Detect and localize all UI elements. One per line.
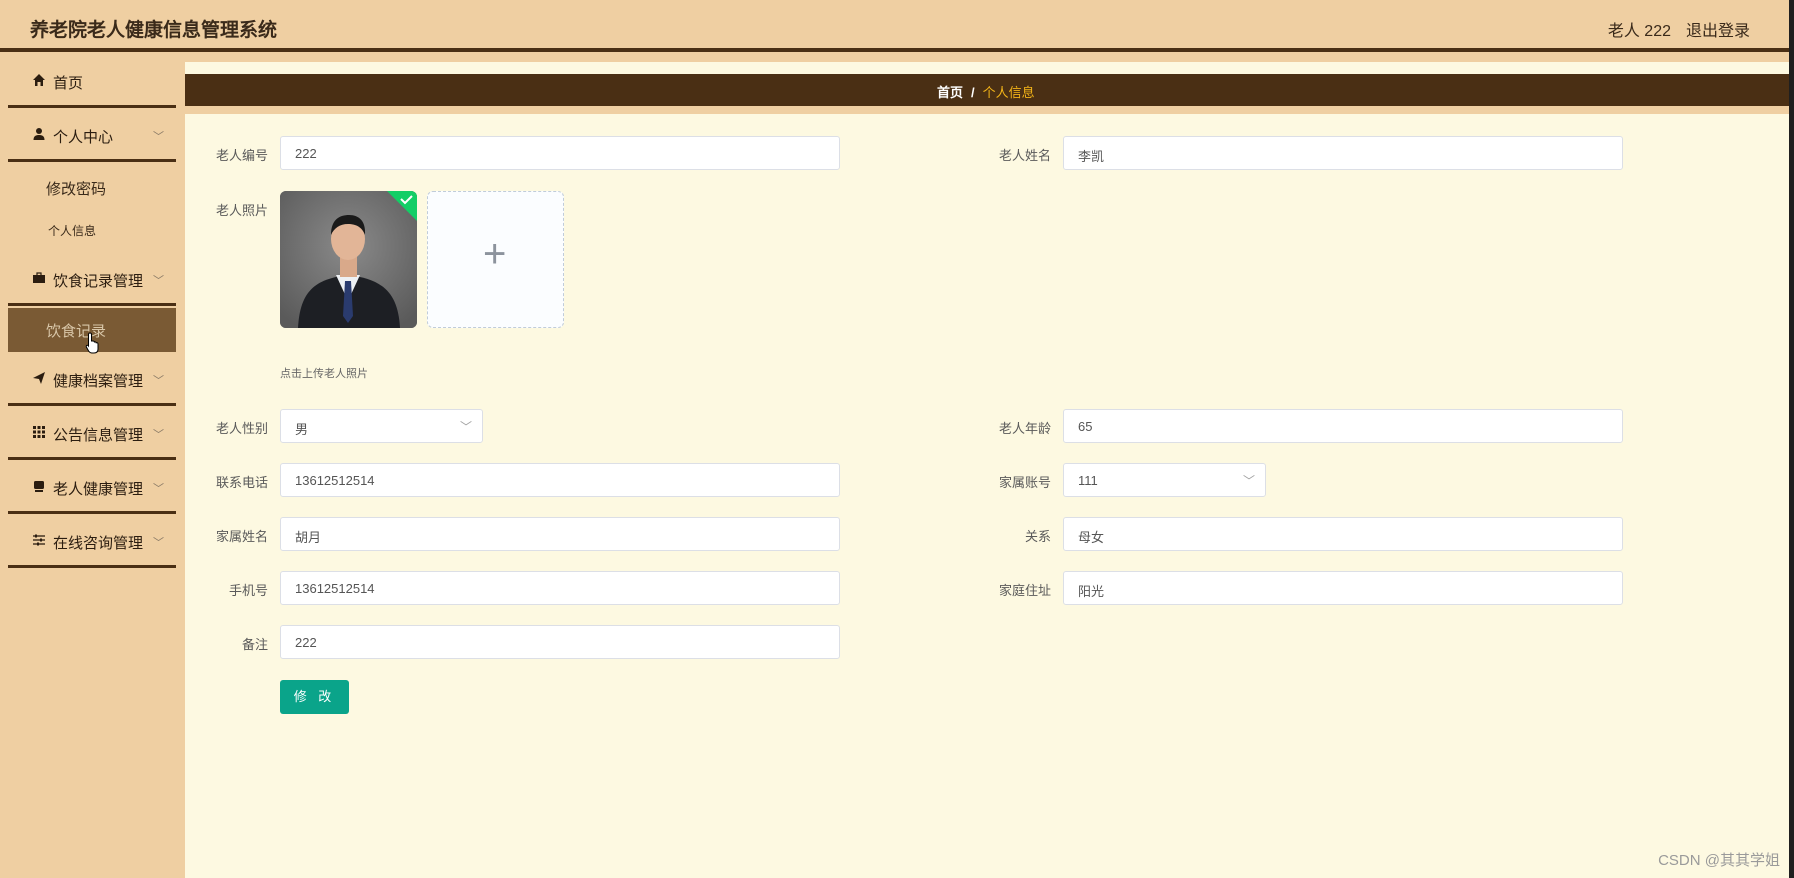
elder-photo-label: 老人照片 xyxy=(215,203,268,218)
watermark: CSDN @其其学姐 xyxy=(1658,852,1780,869)
plus-icon: + xyxy=(483,232,507,276)
send-icon xyxy=(33,372,45,384)
sidebar: 首页 个人中心 ﹀ 修改密码 个人信息 饮食记录管理 ﹀ 饮食记录 健康档案管理… xyxy=(0,56,183,878)
age-label: 老人年龄 xyxy=(998,421,1051,436)
logout-link[interactable]: 退出登录 xyxy=(1686,17,1750,41)
chevron-down-icon: ﹀ xyxy=(153,131,164,143)
top-header: 养老院老人健康信息管理系统 老人 222 退出登录 xyxy=(0,0,1794,52)
top-divider xyxy=(185,56,1789,62)
user-icon xyxy=(33,128,45,140)
elder-id-label: 老人编号 xyxy=(215,148,268,163)
sidebar-subitem-personal-info[interactable]: 个人信息 xyxy=(8,208,176,250)
window-edge xyxy=(1789,0,1794,878)
gender-label: 老人性别 xyxy=(215,421,268,436)
photo-upload-button[interactable]: + xyxy=(427,191,564,328)
breadcrumb-bar: 首页 / 个人信息 xyxy=(185,74,1789,114)
modify-button[interactable]: 修 改 xyxy=(280,680,349,714)
main-content: 首页 / 个人信息 老人编号 222 老人姓名 李凯 老人照片 + 点击上传老人照 xyxy=(185,56,1789,878)
age-input[interactable]: 65 xyxy=(1063,409,1623,443)
sidebar-item-health-archive-management[interactable]: 健康档案管理 ﹀ xyxy=(8,354,176,406)
family-account-select-value: 111 xyxy=(1078,473,1098,488)
briefcase-icon xyxy=(33,272,45,283)
family-account-label: 家属账号 xyxy=(998,475,1051,490)
elder-name-input[interactable]: 李凯 xyxy=(1063,136,1623,170)
address-label: 家庭住址 xyxy=(998,583,1051,598)
remark-label: 备注 xyxy=(241,637,268,652)
gender-select-value: 男 xyxy=(295,422,309,437)
relation-input[interactable]: 母女 xyxy=(1063,517,1623,551)
sidebar-item-label: 在线咨询管理 xyxy=(53,535,144,552)
chevron-down-icon: ﹀ xyxy=(1242,474,1255,488)
sidebar-item-label: 老人健康管理 xyxy=(53,481,144,498)
sidebar-item-label: 个人中心 xyxy=(53,129,114,146)
sliders-icon xyxy=(33,534,45,546)
family-name-input[interactable]: 胡月 xyxy=(280,517,840,551)
relation-label: 关系 xyxy=(1024,529,1051,544)
breadcrumb: 首页 / 个人信息 xyxy=(937,82,1035,101)
sidebar-item-online-consult-management[interactable]: 在线咨询管理 ﹀ xyxy=(8,516,176,568)
chevron-down-icon: ﹀ xyxy=(153,483,164,495)
app-title: 养老院老人健康信息管理系统 xyxy=(30,20,278,41)
elder-id-input[interactable]: 222 xyxy=(280,136,840,170)
hand-cursor-icon xyxy=(85,332,99,354)
chevron-down-icon: ﹀ xyxy=(153,375,164,387)
mobile-label: 手机号 xyxy=(228,583,268,598)
elder-name-label: 老人姓名 xyxy=(998,148,1051,163)
sidebar-subitem-label: 修改密码 xyxy=(46,181,107,198)
current-user: 老人 222 xyxy=(1607,23,1671,40)
remark-input[interactable]: 222 xyxy=(280,625,840,659)
home-icon xyxy=(33,74,45,86)
sidebar-subitem-change-password[interactable]: 修改密码 xyxy=(8,166,176,208)
grid-icon xyxy=(33,426,45,438)
elder-portrait-image xyxy=(280,191,417,328)
sidebar-item-personal-center[interactable]: 个人中心 ﹀ xyxy=(8,110,176,162)
address-input[interactable]: 阳光 xyxy=(1063,571,1623,605)
mobile-input[interactable]: 13612512514 xyxy=(280,571,840,605)
chevron-down-icon: ﹀ xyxy=(153,537,164,549)
sidebar-item-home[interactable]: 首页 xyxy=(8,56,176,108)
chevron-down-icon: ﹀ xyxy=(459,420,472,434)
sidebar-subitem-label: 个人信息 xyxy=(48,224,97,238)
sidebar-item-notice-management[interactable]: 公告信息管理 ﹀ xyxy=(8,408,176,460)
tablet-icon xyxy=(34,481,44,492)
sidebar-item-label: 公告信息管理 xyxy=(53,427,144,444)
breadcrumb-current: 个人信息 xyxy=(982,85,1035,100)
sidebar-item-diet-record-management[interactable]: 饮食记录管理 ﹀ xyxy=(8,254,176,306)
phone-input[interactable]: 13612512514 xyxy=(280,463,840,497)
gender-select[interactable]: 男 ﹀ xyxy=(280,409,483,443)
chevron-down-icon: ﹀ xyxy=(153,429,164,441)
sidebar-item-label: 饮食记录管理 xyxy=(53,273,144,290)
breadcrumb-home-link[interactable]: 首页 xyxy=(937,85,963,100)
sidebar-item-label: 首页 xyxy=(53,75,84,92)
phone-label: 联系电话 xyxy=(215,475,268,490)
photo-upload-tip: 点击上传老人照片 xyxy=(280,368,368,380)
chevron-down-icon: ﹀ xyxy=(153,275,164,287)
family-account-select[interactable]: 111 ﹀ xyxy=(1063,463,1266,497)
breadcrumb-separator: / xyxy=(971,85,975,100)
sidebar-item-elder-health-management[interactable]: 老人健康管理 ﹀ xyxy=(8,462,176,514)
family-name-label: 家属姓名 xyxy=(215,529,268,544)
elder-photo[interactable] xyxy=(280,191,417,328)
sidebar-item-label: 健康档案管理 xyxy=(53,373,144,390)
